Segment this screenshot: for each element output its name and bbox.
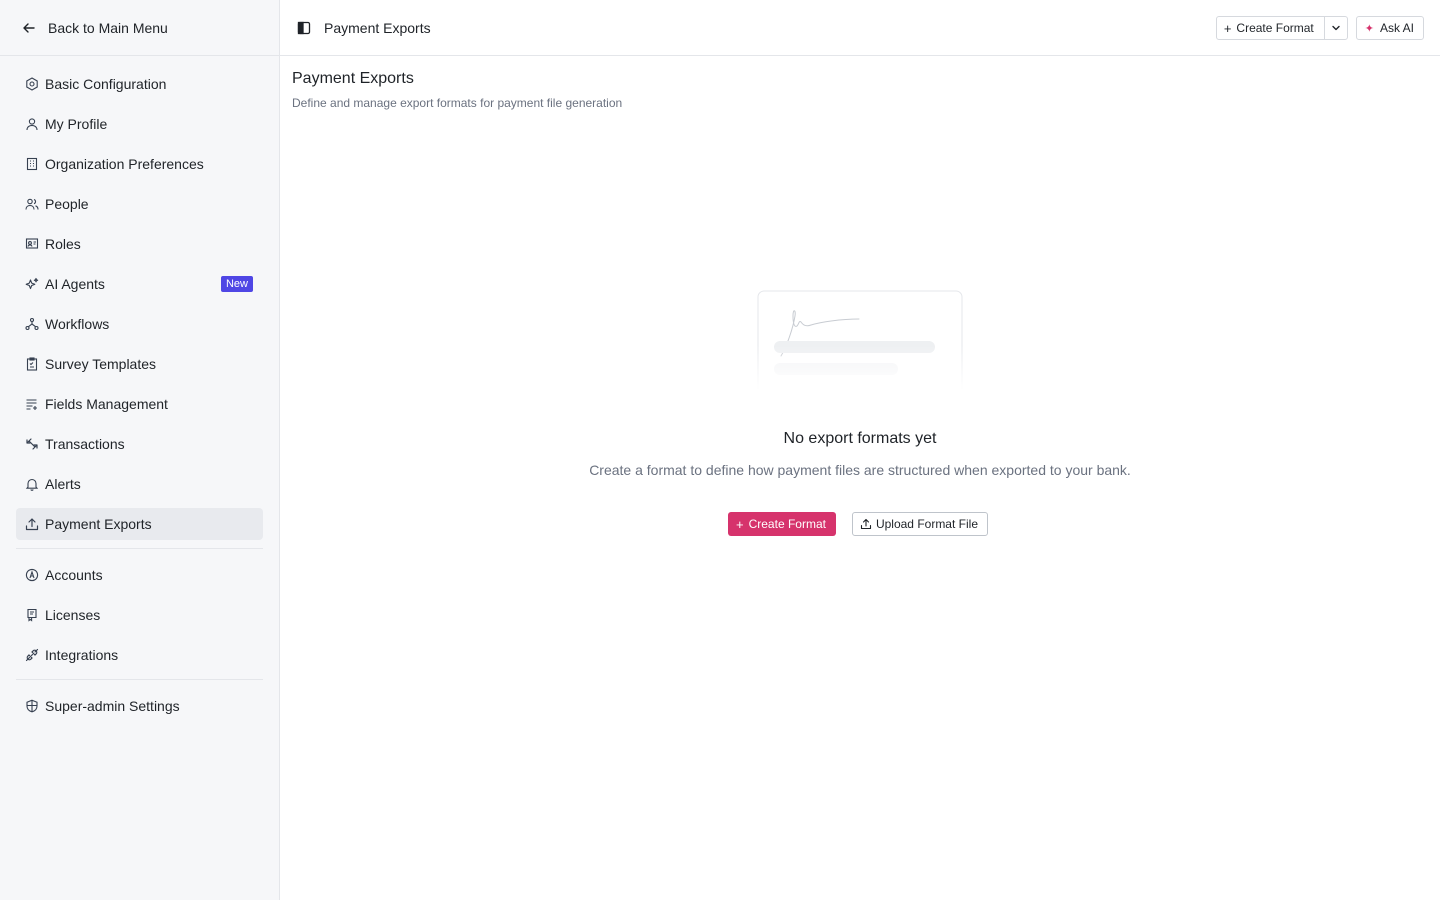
shield-icon xyxy=(25,699,39,713)
sidebar-item-label: My Profile xyxy=(45,116,108,132)
create-format-primary-label: Create Format xyxy=(748,517,826,531)
sidebar-item-label: Organization Preferences xyxy=(45,156,204,172)
workflow-icon xyxy=(25,317,39,331)
user-icon xyxy=(25,117,39,131)
sidebar-item-workflows[interactable]: Workflows xyxy=(16,308,263,340)
sidebar-item-organization-preferences[interactable]: Organization Preferences xyxy=(16,148,263,180)
sidebar-item-people[interactable]: People xyxy=(16,188,263,220)
users-icon xyxy=(25,197,39,211)
sidebar-item-payment-exports[interactable]: Payment Exports xyxy=(16,508,263,540)
new-badge: New xyxy=(220,276,253,292)
circle-a-icon xyxy=(25,568,39,582)
sidebar-item-fields-management[interactable]: Fields Management xyxy=(16,388,263,420)
gear-icon xyxy=(25,77,39,91)
plus-icon: + xyxy=(1223,20,1232,36)
sidebar-item-label: Workflows xyxy=(45,316,110,332)
breadcrumb: Payment Exports xyxy=(324,19,431,36)
sparkles-icon xyxy=(25,277,39,291)
bell-icon xyxy=(25,477,39,491)
empty-state-actions: + Create Format Upload Format File xyxy=(728,512,988,536)
sidebar-item-ai-agents[interactable]: AI Agents New xyxy=(16,268,263,300)
sidebar-item-label: Payment Exports xyxy=(45,516,152,532)
page-title: Payment Exports xyxy=(292,70,414,87)
upload-format-file-label: Upload Format File xyxy=(875,517,978,531)
ask-ai-label: Ask AI xyxy=(1379,21,1414,35)
list-icon xyxy=(25,397,39,411)
sidebar-item-label: Fields Management xyxy=(45,396,168,412)
sidebar-item-survey-templates[interactable]: Survey Templates xyxy=(16,348,263,380)
sidebar-item-label: Transactions xyxy=(45,436,125,452)
sidebar-item-licenses[interactable]: Licenses xyxy=(16,599,263,631)
sidebar-item-label: Alerts xyxy=(45,476,81,492)
sidebar-nav: Basic Configuration My Profile Organizat… xyxy=(0,56,279,722)
sparkle-icon: ✦ xyxy=(1364,22,1374,35)
plug-icon xyxy=(25,648,39,662)
upload-format-file-button[interactable]: Upload Format File xyxy=(851,512,988,536)
sidebar-item-label: People xyxy=(45,196,89,212)
sidebar-item-label: Super-admin Settings xyxy=(45,698,180,714)
sidebar-item-roles[interactable]: Roles xyxy=(16,228,263,260)
sidebar-divider xyxy=(16,679,263,680)
sidebar-item-label: Licenses xyxy=(45,607,101,623)
sidebar-item-integrations[interactable]: Integrations xyxy=(16,639,263,671)
sidebar-toggle-icon[interactable] xyxy=(297,21,311,35)
empty-state-illustration xyxy=(757,290,963,390)
building-icon xyxy=(25,157,39,171)
sidebar-item-label: Roles xyxy=(45,236,81,252)
sidebar-item-transactions[interactable]: Transactions xyxy=(16,428,263,460)
ask-ai-button[interactable]: ✦ Ask AI xyxy=(1355,16,1424,40)
page-header: Payment Exports Define and manage export… xyxy=(292,70,622,110)
sidebar-divider xyxy=(16,548,263,549)
sidebar-item-label: Accounts xyxy=(45,567,103,583)
sidebar-item-label: Survey Templates xyxy=(45,356,157,372)
page-subtitle: Define and manage export formats for pay… xyxy=(292,96,623,110)
transfer-icon xyxy=(25,437,39,451)
empty-state-description: Create a format to define how payment fi… xyxy=(589,462,1131,478)
empty-state-title: No export formats yet xyxy=(783,430,937,447)
upload-icon xyxy=(25,517,39,531)
sidebar-item-label: Basic Configuration xyxy=(45,76,167,92)
sidebar-item-super-admin-settings[interactable]: Super-admin Settings xyxy=(16,690,263,722)
sidebar-item-accounts[interactable]: Accounts xyxy=(16,559,263,591)
sidebar-item-alerts[interactable]: Alerts xyxy=(16,468,263,500)
back-label: Back to Main Menu xyxy=(48,19,168,36)
header-actions: + Create Format ✦ Ask AI xyxy=(1215,16,1424,40)
sidebar-item-my-profile[interactable]: My Profile xyxy=(16,108,263,140)
sidebar: Back to Main Menu Basic Configuration My… xyxy=(0,0,280,900)
create-format-split-button: + Create Format xyxy=(1215,16,1348,40)
sidebar-item-basic-configuration[interactable]: Basic Configuration xyxy=(16,68,263,100)
id-card-icon xyxy=(25,237,39,251)
create-format-dropdown-button[interactable] xyxy=(1325,17,1347,39)
arrow-left-icon xyxy=(22,21,36,35)
upload-icon xyxy=(860,518,872,530)
create-format-primary-button[interactable]: + Create Format xyxy=(728,512,836,536)
top-bar: Payment Exports + Create Format ✦ Ask AI xyxy=(280,0,1440,56)
plus-icon: + xyxy=(736,516,744,532)
chevron-down-icon xyxy=(1332,25,1340,31)
create-format-button[interactable]: + Create Format xyxy=(1217,17,1325,39)
clipboard-icon xyxy=(25,357,39,371)
back-to-main-menu-button[interactable]: Back to Main Menu xyxy=(0,0,279,56)
create-format-label: Create Format xyxy=(1236,21,1314,35)
sidebar-item-label: AI Agents xyxy=(45,276,105,292)
sidebar-item-label: Integrations xyxy=(45,647,119,663)
license-icon xyxy=(25,608,39,622)
